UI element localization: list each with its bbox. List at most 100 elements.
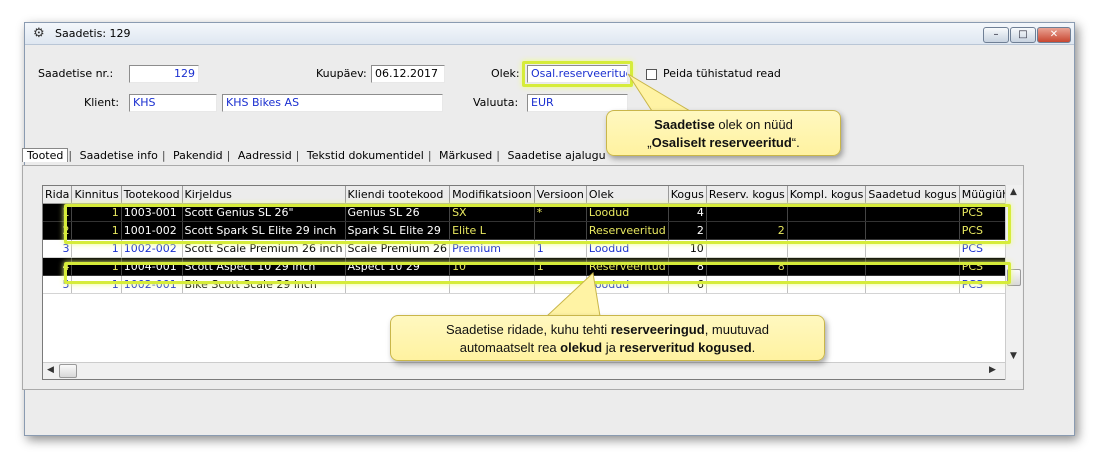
cell-muugiuhik[interactable]: PCS xyxy=(959,257,1005,276)
cell-versioon[interactable]: * xyxy=(534,203,587,222)
column-header[interactable]: Versioon xyxy=(534,186,587,204)
tab-tekstid-dokumentidel[interactable]: Tekstid dokumentidel xyxy=(303,149,428,162)
column-header[interactable]: Kirjeldus xyxy=(182,186,346,204)
cell-tootekood[interactable]: 1001-002 xyxy=(121,221,183,240)
cell-kogus[interactable]: 8 xyxy=(668,257,707,276)
cell-kogus[interactable]: 2 xyxy=(668,221,707,240)
scroll-right-icon[interactable]: ▶ xyxy=(989,365,996,375)
cell-tootekood[interactable]: 1003-001 xyxy=(121,203,183,222)
cell-kliendi-tootekood[interactable]: Aspect 10 29 xyxy=(345,257,451,276)
column-header[interactable]: Rida xyxy=(43,186,73,204)
cell-modifikatsioon[interactable]: SX xyxy=(449,203,535,222)
hide-cancelled-checkbox[interactable] xyxy=(646,69,657,80)
status-field[interactable]: Osal.reserveeritud xyxy=(527,65,628,83)
horizontal-scrollbar[interactable]: ◀ ▶ xyxy=(43,362,1005,379)
cell-kirjeldus[interactable]: Scott Genius SL 26" xyxy=(182,203,346,222)
scroll-left-icon[interactable]: ◀ xyxy=(47,365,54,375)
cell-kirjeldus[interactable]: Scott Spark SL Elite 29 inch xyxy=(182,221,346,240)
vertical-scroll-thumb[interactable] xyxy=(1007,269,1021,286)
cell-olek[interactable]: Reserveeritud xyxy=(586,221,669,240)
cell-kompl-kogus[interactable] xyxy=(787,239,867,258)
cell-kirjeldus[interactable]: Scott Scale Premium 26 inch xyxy=(182,239,346,258)
column-header[interactable]: Kinnitus xyxy=(71,186,122,204)
cell-kompl-kogus[interactable] xyxy=(787,257,867,276)
minimize-button[interactable]: – xyxy=(983,27,1009,43)
cell-saadetud-kogus[interactable] xyxy=(865,221,960,240)
cell-kirjeldus[interactable]: Bike Scott Scale 29 inch xyxy=(182,275,346,294)
cell-kinnitus[interactable]: 1 xyxy=(71,257,122,276)
cell-kinnitus[interactable]: 1 xyxy=(71,239,122,258)
cell-olek[interactable]: Reserveeritud xyxy=(586,257,669,276)
cell-reserv-kogus[interactable]: 2 xyxy=(706,221,788,240)
cell-kliendi-tootekood[interactable]: Scale Premium 26 xyxy=(345,239,451,258)
cell-versioon[interactable]: 1 xyxy=(534,239,587,258)
shipment-no-field[interactable]: 129 xyxy=(129,65,199,83)
maximize-button[interactable]: □ xyxy=(1010,27,1036,43)
cell-rida[interactable]: 4 xyxy=(43,257,73,276)
cell-muugiuhik[interactable]: PCS xyxy=(959,275,1005,294)
cell-kogus[interactable]: 4 xyxy=(668,203,707,222)
column-header[interactable]: Reserv. kogus xyxy=(706,186,788,204)
cell-muugiuhik[interactable]: PCS xyxy=(959,203,1005,222)
cell-kinnitus[interactable]: 1 xyxy=(71,275,122,294)
column-header[interactable]: Kliendi tootekood xyxy=(345,186,451,204)
cell-olek[interactable]: Loodud xyxy=(586,239,669,258)
client-name-field[interactable]: KHS Bikes AS xyxy=(222,94,443,112)
cell-modifikatsioon[interactable]: Elite L xyxy=(449,221,535,240)
cell-saadetud-kogus[interactable] xyxy=(865,239,960,258)
cell-kogus[interactable]: 10 xyxy=(668,239,707,258)
column-header[interactable]: Kogus xyxy=(668,186,707,204)
column-header[interactable]: Müügiühik xyxy=(959,186,1005,204)
cell-kliendi-tootekood[interactable] xyxy=(345,275,451,294)
cell-kliendi-tootekood[interactable]: Spark SL Elite 29 xyxy=(345,221,451,240)
cell-kliendi-tootekood[interactable]: Genius SL 26 xyxy=(345,203,451,222)
tab-pakendid[interactable]: Pakendid xyxy=(169,149,227,162)
cell-kompl-kogus[interactable] xyxy=(787,275,867,294)
title-bar[interactable]: ⚙ Saadetis: 129 – □ ✕ xyxy=(25,23,1074,45)
scroll-down-icon[interactable]: ▼ xyxy=(1010,351,1017,361)
tab-tooted[interactable]: Tooted xyxy=(22,148,69,162)
cell-rida[interactable]: 1 xyxy=(43,203,73,222)
cell-olek[interactable]: Loodud xyxy=(586,203,669,222)
cell-kinnitus[interactable]: 1 xyxy=(71,203,122,222)
date-field[interactable]: 06.12.2017 xyxy=(371,65,445,83)
table-row[interactable]: 4 1 1004-001 Scott Aspect 10 29 inch Asp… xyxy=(43,257,1005,276)
cell-reserv-kogus[interactable]: 8 xyxy=(706,257,788,276)
cell-rida[interactable]: 2 xyxy=(43,221,73,240)
cell-kompl-kogus[interactable] xyxy=(787,221,867,240)
column-header[interactable]: Kompl. kogus xyxy=(787,186,867,204)
close-button[interactable]: ✕ xyxy=(1037,27,1071,43)
cell-rida[interactable]: 5 xyxy=(43,275,73,294)
vertical-scrollbar[interactable]: ▲ ▼ xyxy=(1005,185,1022,380)
cell-muugiuhik[interactable]: PCS xyxy=(959,239,1005,258)
column-header[interactable]: Modifikatsioon xyxy=(449,186,535,204)
column-header[interactable]: Saadetud kogus xyxy=(865,186,960,204)
table-row[interactable]: 1 1 1003-001 Scott Genius SL 26" Genius … xyxy=(43,203,1005,222)
cell-reserv-kogus[interactable] xyxy=(706,275,788,294)
table-row[interactable]: 2 1 1001-002 Scott Spark SL Elite 29 inc… xyxy=(43,221,1005,240)
cell-saadetud-kogus[interactable] xyxy=(865,257,960,276)
cell-tootekood[interactable]: 1002-001 xyxy=(121,275,183,294)
table-row[interactable]: 5 1 1002-001 Bike Scott Scale 29 inch Lo… xyxy=(43,275,1005,294)
cell-modifikatsioon[interactable] xyxy=(449,275,535,294)
tab-saadetise-ajalugu[interactable]: Saadetise ajalugu xyxy=(504,149,610,162)
cell-modifikatsioon[interactable]: Premium xyxy=(449,239,535,258)
cell-kogus[interactable]: 6 xyxy=(668,275,707,294)
tab-markused[interactable]: Märkused xyxy=(435,149,496,162)
cell-kinnitus[interactable]: 1 xyxy=(71,221,122,240)
cell-tootekood[interactable]: 1004-001 xyxy=(121,257,183,276)
column-header[interactable]: Tootekood xyxy=(121,186,183,204)
cell-rida[interactable]: 3 xyxy=(43,239,73,258)
cell-reserv-kogus[interactable] xyxy=(706,203,788,222)
cell-saadetud-kogus[interactable] xyxy=(865,203,960,222)
cell-kompl-kogus[interactable] xyxy=(787,203,867,222)
cell-versioon[interactable]: 1 xyxy=(534,257,587,276)
cell-modifikatsioon[interactable]: 10 xyxy=(449,257,535,276)
cell-versioon[interactable] xyxy=(534,275,587,294)
cell-kirjeldus[interactable]: Scott Aspect 10 29 inch xyxy=(182,257,346,276)
scroll-up-icon[interactable]: ▲ xyxy=(1010,187,1017,197)
cell-tootekood[interactable]: 1002-002 xyxy=(121,239,183,258)
cell-olek[interactable]: Loodud xyxy=(586,275,669,294)
cell-reserv-kogus[interactable] xyxy=(706,239,788,258)
tab-saadetise-info[interactable]: Saadetise info xyxy=(76,149,162,162)
